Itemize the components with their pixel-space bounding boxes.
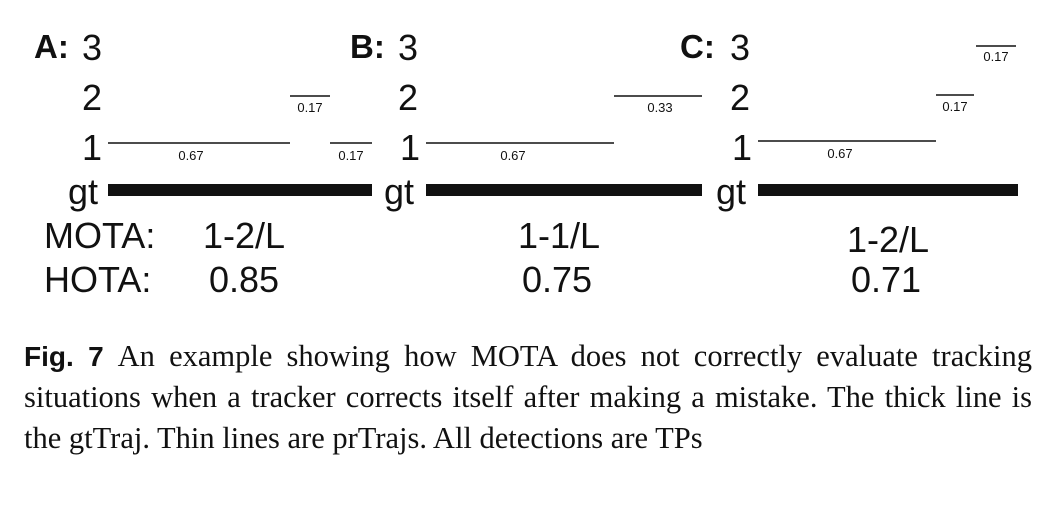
panel-b-row-gt: gt bbox=[384, 171, 414, 212]
panel-b-row-3: 3 bbox=[398, 27, 418, 68]
panel-a-row-3: 3 bbox=[82, 27, 102, 68]
panel-a-mota-value: 1-2/L bbox=[203, 215, 285, 256]
panel-c-track-2-label: 0.17 bbox=[942, 99, 967, 114]
panel-c-track-1-label: 0.67 bbox=[827, 146, 852, 161]
panel-c-row-1: 1 bbox=[732, 127, 752, 168]
panel-a-label: A: bbox=[34, 28, 69, 65]
panel-c-track-3-label: 0.17 bbox=[983, 49, 1008, 64]
panel-b-row-1: 1 bbox=[400, 127, 420, 168]
panel-b-track-1-label: 0.67 bbox=[500, 148, 525, 163]
mota-label: MOTA: bbox=[44, 215, 155, 256]
panel-b-mota-value: 1-1/L bbox=[518, 215, 600, 256]
mota-hota-diagram: A: 3 2 1 gt 0.67 0.17 0.17 MOTA: HOTA: 1… bbox=[34, 27, 1018, 300]
panel-c-label: C: bbox=[680, 28, 715, 65]
figure-number: Fig. 7 bbox=[24, 341, 104, 372]
panel-a-row-1: 1 bbox=[82, 127, 102, 168]
panel-b-hota-value: 0.75 bbox=[522, 259, 592, 300]
panel-a-track-1-second-label: 0.17 bbox=[338, 148, 363, 163]
figure-caption: Fig. 7 An example showing how MOTA does n… bbox=[24, 336, 1032, 459]
panel-c-gt-trajectory bbox=[758, 184, 1018, 196]
panel-a-gt-trajectory bbox=[108, 184, 372, 196]
panel-a-track-1-label: 0.67 bbox=[178, 148, 203, 163]
panel-a: A: 3 2 1 gt 0.67 0.17 0.17 MOTA: HOTA: 1… bbox=[34, 27, 372, 300]
panel-a-hota-value: 0.85 bbox=[209, 259, 279, 300]
panel-a-row-gt: gt bbox=[68, 171, 98, 212]
caption-text: An example showing how MOTA does not cor… bbox=[24, 339, 1032, 455]
panel-b-label: B: bbox=[350, 28, 385, 65]
panel-a-track-2-label: 0.17 bbox=[297, 100, 322, 115]
panel-b-track-2-label: 0.33 bbox=[647, 100, 672, 115]
panel-c: C: 3 2 1 gt 0.67 0.17 0.17 1-2/L 0.71 bbox=[680, 27, 1018, 300]
panel-c-mota-value: 1-2/L bbox=[847, 219, 929, 260]
hota-label: HOTA: bbox=[44, 259, 151, 300]
panel-a-row-2: 2 bbox=[82, 77, 102, 118]
panel-c-hota-value: 0.71 bbox=[851, 259, 921, 300]
panel-b-gt-trajectory bbox=[426, 184, 702, 196]
panel-b: B: 3 2 1 gt 0.67 0.33 1-1/L 0.75 bbox=[350, 27, 702, 300]
panel-c-row-gt: gt bbox=[716, 171, 746, 212]
panel-c-row-3: 3 bbox=[730, 27, 750, 68]
panel-c-row-2: 2 bbox=[730, 77, 750, 118]
panel-b-row-2: 2 bbox=[398, 77, 418, 118]
